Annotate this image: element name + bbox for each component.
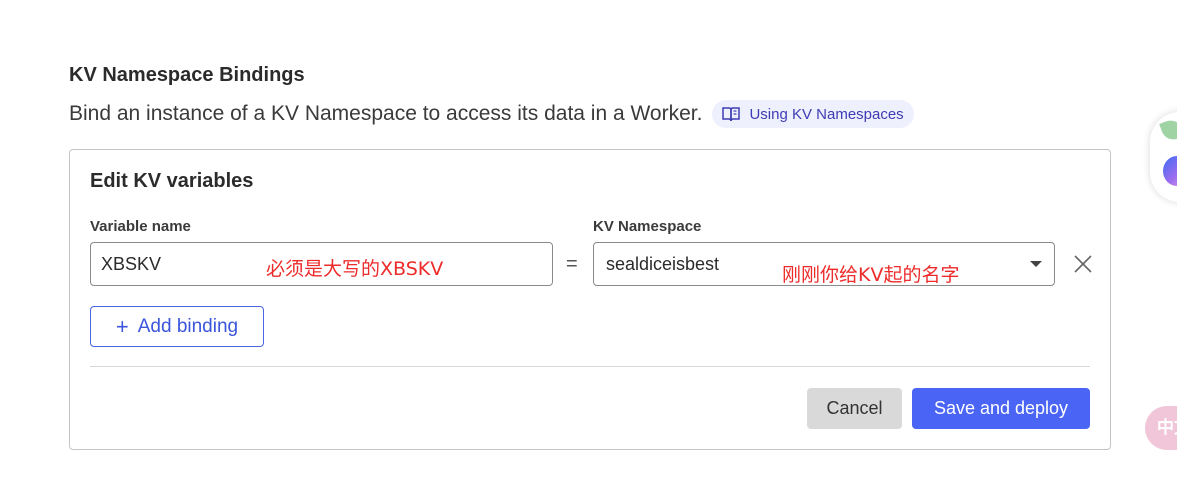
close-icon[interactable] [1072, 253, 1094, 275]
cancel-button[interactable]: Cancel [807, 388, 902, 429]
save-and-deploy-button[interactable]: Save and deploy [912, 388, 1090, 429]
namespace-annotation: 刚刚你给KV起的名字 [782, 264, 960, 286]
section-title: KV Namespace Bindings [69, 64, 305, 86]
variable-annotation: 必须是大写的XBSKV [266, 258, 444, 280]
card-title: Edit KV variables [90, 170, 254, 192]
edit-kv-card: Edit KV variables Variable name KV Names… [69, 149, 1111, 450]
translate-widget[interactable]: 中文 [1145, 406, 1177, 450]
kv-namespace-label: KV Namespace [593, 218, 702, 235]
doc-link-using-kv-namespaces[interactable]: Using KV Namespaces [712, 100, 914, 128]
doc-link-label: Using KV Namespaces [749, 105, 904, 123]
section-description: Bind an instance of a KV Namespace to ac… [69, 102, 703, 125]
book-icon [722, 107, 741, 122]
description-row: Bind an instance of a KV Namespace to ac… [69, 99, 914, 129]
add-binding-button[interactable]: + Add binding [90, 306, 264, 347]
chevron-down-icon [1030, 261, 1042, 267]
divider [90, 366, 1090, 367]
variable-name-label: Variable name [90, 218, 191, 235]
plus-icon: + [115, 313, 129, 339]
kv-namespace-value: sealdiceisbest [606, 254, 720, 274]
add-binding-label: Add binding [137, 315, 239, 337]
equals-sign: = [566, 253, 578, 275]
